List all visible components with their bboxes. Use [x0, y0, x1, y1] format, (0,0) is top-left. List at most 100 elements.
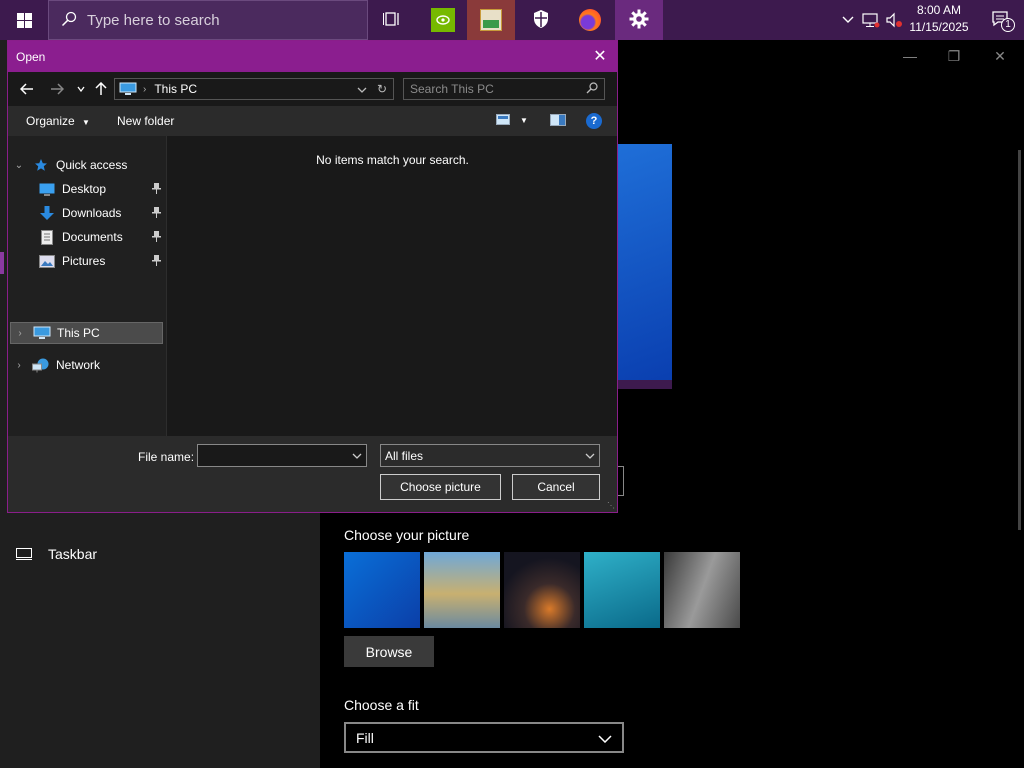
navigation-bar: › This PC ↻ Search This PC: [8, 72, 617, 106]
browse-button[interactable]: Browse: [344, 636, 434, 667]
file-list-pane: No items match your search.: [166, 136, 617, 436]
pin-icon: [152, 183, 161, 197]
pin-icon: [152, 207, 161, 221]
file-type-select[interactable]: All files: [380, 444, 600, 467]
new-folder-button[interactable]: New folder: [117, 114, 174, 128]
back-arrow-icon[interactable]: [16, 78, 38, 100]
tree-item-documents[interactable]: Documents: [8, 226, 165, 248]
choose-picture-button[interactable]: Choose picture: [380, 474, 501, 500]
notification-icon: 1: [991, 10, 1015, 32]
dialog-search-placeholder: Search This PC: [410, 82, 494, 96]
dialog-search-box[interactable]: Search This PC: [403, 78, 605, 100]
scrollbar[interactable]: [1018, 150, 1021, 530]
fit-dropdown[interactable]: Fill: [344, 722, 624, 753]
caret-down-icon: ▼: [82, 118, 90, 127]
clock-time: 8:00 AM: [916, 3, 962, 17]
refresh-icon[interactable]: ↻: [377, 82, 387, 96]
show-hidden-icons-button[interactable]: [838, 10, 858, 30]
picture-thumbnail-4[interactable]: [584, 552, 660, 628]
sidebar-item-label: Taskbar: [48, 546, 98, 562]
file-type-value: All files: [385, 448, 424, 463]
tree-item-label: Documents: [62, 230, 123, 244]
picture-thumbnail-1[interactable]: [344, 552, 420, 628]
pictures-icon: [38, 254, 56, 268]
dialog-close-button[interactable]: ✕: [589, 45, 611, 67]
tree-item-label: Pictures: [62, 254, 106, 268]
tree-item-pictures[interactable]: Pictures: [8, 250, 165, 272]
taskbar-app-settings[interactable]: [615, 0, 663, 40]
cancel-button[interactable]: Cancel: [512, 474, 600, 500]
network-tray-icon[interactable]: [861, 10, 881, 30]
chevron-down-icon[interactable]: ⌄: [12, 160, 26, 171]
address-bar[interactable]: › This PC ↻: [114, 78, 394, 100]
dialog-title-bar[interactable]: Open ✕: [8, 41, 617, 72]
start-button[interactable]: [0, 0, 48, 40]
tree-item-label: Desktop: [62, 182, 107, 196]
restore-button[interactable]: ❐: [940, 44, 968, 68]
tree-item-network[interactable]: › Network: [8, 354, 165, 376]
recent-locations-icon[interactable]: [70, 78, 92, 100]
search-placeholder: Type here to search: [87, 11, 220, 29]
shield-icon: [532, 9, 550, 32]
network-icon: [32, 358, 50, 372]
this-pc-icon: [33, 326, 51, 340]
change-view-icon[interactable]: [496, 114, 510, 129]
preview-pane-icon[interactable]: [550, 114, 566, 129]
chevron-right-icon[interactable]: ›: [13, 328, 27, 339]
paint-icon: [480, 9, 502, 31]
tree-item-label: Network: [56, 358, 101, 372]
picture-thumbnail-2[interactable]: [424, 552, 500, 628]
chevron-up-icon: [842, 13, 854, 27]
chevron-right-icon[interactable]: ›: [12, 360, 26, 371]
address-dropdown-icon[interactable]: [357, 83, 367, 97]
resize-grip-icon[interactable]: ⋱: [607, 501, 615, 510]
view-dropdown-icon[interactable]: ▼: [520, 116, 528, 125]
tree-item-this-pc[interactable]: › This PC: [10, 322, 163, 344]
star-icon: [32, 158, 50, 172]
tree-item-label: This PC: [57, 326, 100, 340]
clock[interactable]: 8:00 AM 11/15/2025: [908, 2, 970, 36]
windows-logo-icon: [16, 12, 32, 28]
tree-item-downloads[interactable]: Downloads: [8, 202, 165, 224]
taskbar-app-paint[interactable]: [467, 0, 515, 40]
gear-icon: [629, 9, 649, 32]
forward-arrow-icon[interactable]: [46, 78, 68, 100]
volume-muted-icon[interactable]: [884, 10, 904, 30]
tree-item-quick-access[interactable]: ⌄ Quick access: [8, 154, 165, 176]
taskbar-app-security[interactable]: [517, 0, 565, 40]
chevron-down-icon[interactable]: [352, 449, 362, 463]
close-window-button[interactable]: ✕: [986, 44, 1014, 68]
taskbar-icon: [16, 548, 32, 563]
desktop-folder-icon: [38, 182, 56, 196]
file-name-label: File name:: [138, 450, 195, 464]
task-view-button[interactable]: [368, 0, 416, 40]
taskbar-app-firefox[interactable]: [566, 0, 614, 40]
taskbar-app-nvidia[interactable]: [419, 0, 467, 40]
picture-thumbnail-5[interactable]: [664, 552, 740, 628]
chevron-down-icon: [598, 730, 612, 746]
up-arrow-icon[interactable]: [90, 78, 112, 100]
notification-badge: 1: [1001, 17, 1015, 32]
file-selection-pane: File name: All files Choose picture Canc…: [8, 436, 617, 512]
fit-dropdown-value: Fill: [356, 729, 374, 746]
this-pc-icon: [119, 82, 137, 96]
breadcrumb-separator-icon: ›: [143, 83, 147, 95]
search-icon: [586, 81, 598, 97]
help-icon[interactable]: ?: [586, 113, 602, 129]
choose-picture-heading: Choose your picture: [344, 527, 470, 543]
download-arrow-icon: [38, 205, 56, 220]
empty-results-message: No items match your search.: [316, 153, 469, 167]
tree-item-label: Quick access: [56, 158, 128, 172]
minimize-button[interactable]: —: [896, 44, 924, 68]
file-name-input[interactable]: [197, 444, 367, 467]
taskbar-search-box[interactable]: Type here to search: [48, 0, 368, 40]
organize-button[interactable]: Organize ▼: [26, 114, 90, 128]
action-center-button[interactable]: 1: [978, 0, 1024, 40]
picture-thumbnail-3[interactable]: [504, 552, 580, 628]
desktop-preview: [616, 144, 672, 380]
tree-item-desktop[interactable]: Desktop: [8, 178, 165, 200]
taskbar: Type here to search 8:00 AM 11/15/2025 1: [0, 0, 1024, 40]
sidebar-item-taskbar[interactable]: Taskbar: [0, 540, 320, 568]
navigation-pane: ⌄ Quick access Desktop Downloads Documen: [8, 136, 165, 436]
chevron-down-icon: [585, 449, 595, 463]
